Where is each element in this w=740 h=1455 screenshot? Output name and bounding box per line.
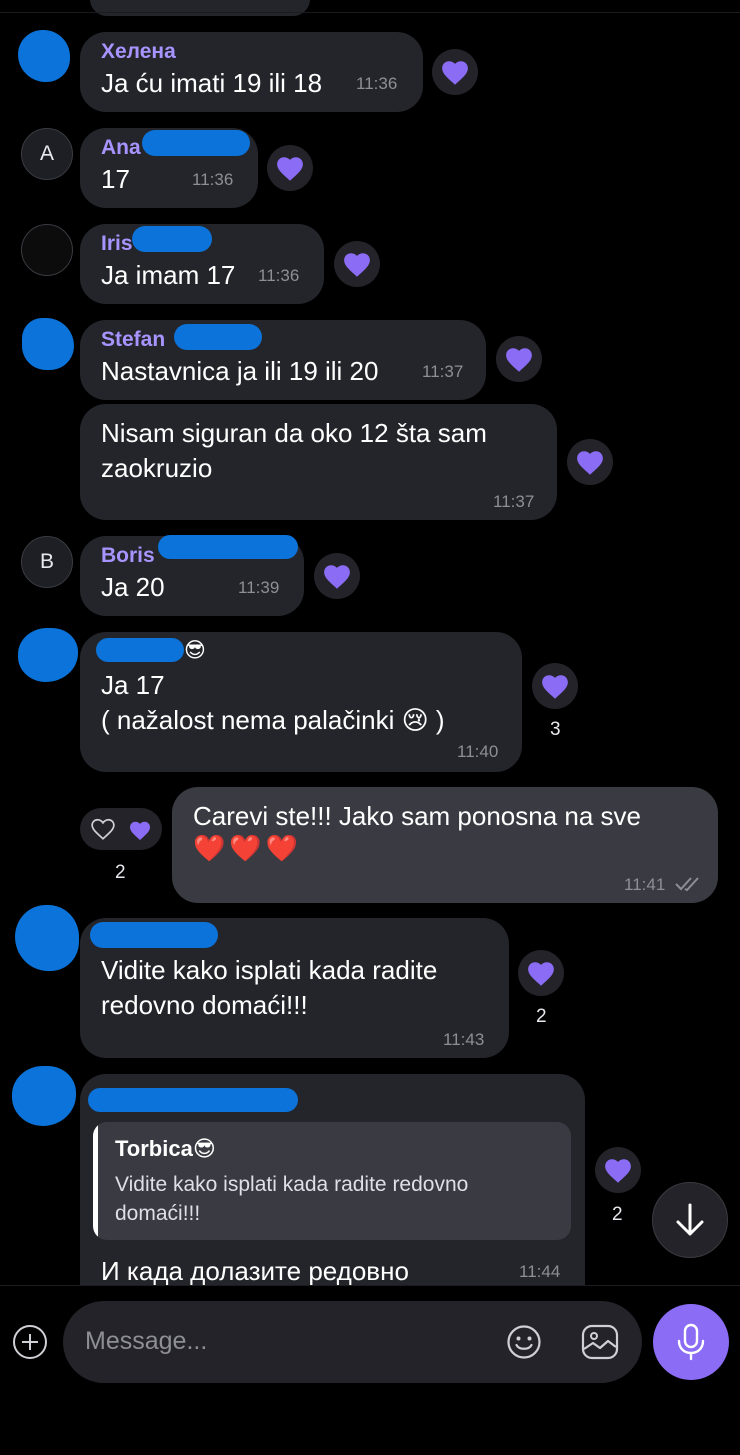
message-text: Nastavnica ja ili 19 ili 20	[101, 356, 379, 386]
own-message-bubble[interactable]: Carevi ste!!! Jako sam ponosna na sve ❤️…	[172, 787, 718, 903]
own-reaction-pill[interactable]	[80, 808, 162, 850]
message-time: 11:44	[519, 1262, 561, 1281]
avatar[interactable]	[12, 1066, 76, 1126]
message-time: 11:41	[624, 875, 666, 894]
message-time: 11:36	[258, 266, 300, 285]
avatar[interactable]: B	[21, 536, 73, 588]
reaction-heart[interactable]	[595, 1147, 641, 1193]
message-time: 11:36	[192, 170, 234, 189]
gallery-icon[interactable]	[580, 1323, 620, 1361]
reaction-heart[interactable]	[496, 336, 542, 382]
emoji-icon[interactable]	[505, 1323, 543, 1361]
reaction-count: 2	[536, 1006, 547, 1027]
message-text: Ja imam 17	[101, 260, 236, 290]
message-time: 11:37	[422, 362, 464, 381]
heart-icon	[324, 564, 350, 589]
heart-icon	[605, 1158, 631, 1183]
reaction-heart[interactable]	[267, 145, 313, 191]
heart-icon	[129, 821, 151, 841]
previous-message-edge	[90, 0, 310, 16]
redaction	[96, 638, 184, 662]
message-text: Ja ću imati 19 ili 18	[101, 68, 323, 98]
quote-sender: Torbica😎	[115, 1136, 216, 1161]
message-placeholder: Message...	[85, 1327, 208, 1355]
message-text: Vidite kako isplati kada radite redovno …	[101, 955, 438, 1020]
reaction-heart[interactable]	[432, 49, 478, 95]
sender-name: Хелена	[101, 40, 176, 63]
message-time: 11:40	[457, 742, 499, 761]
heart-icon	[528, 961, 554, 986]
redaction	[132, 226, 212, 252]
heart-icon	[442, 60, 468, 85]
message-time: 11:39	[238, 578, 280, 597]
heart-icon	[542, 674, 568, 699]
composer-bar: Message...	[0, 1285, 740, 1455]
reaction-count: 2	[612, 1204, 623, 1225]
avatar-letter: A	[39, 142, 54, 165]
reaction-count: 2	[115, 862, 126, 883]
message-bubble[interactable]: Stefan Nastavnica ja ili 19 ili 20 11:37	[80, 320, 486, 400]
redaction	[142, 130, 250, 156]
top-divider	[0, 12, 740, 13]
heart-icon	[577, 450, 603, 475]
plus-icon	[22, 1334, 38, 1350]
redaction	[158, 535, 298, 559]
message-text: Carevi ste!!! Jako sam ponosna na sve	[193, 801, 642, 831]
quote-text: Vidite kako isplati kada radite redovno …	[115, 1173, 469, 1225]
attach-button[interactable]	[13, 1325, 47, 1359]
message-bubble[interactable]: Torbica😎 Vidite kako isplati kada radite…	[80, 1074, 585, 1314]
heart-icon	[344, 252, 370, 277]
message-text: 17	[101, 164, 130, 194]
message-bubble[interactable]: Nisam siguran da oko 12 šta sam zaokruzi…	[80, 404, 557, 520]
message-text: Ja 20	[101, 572, 165, 602]
heart-icon	[506, 347, 532, 372]
message-bubble[interactable]: Хелена Ja ću imati 19 ili 18 11:36	[80, 32, 423, 112]
sender-name: Stefan	[101, 328, 166, 351]
message-text: Ja 17 ( nažalost nema palačinki 😢 )	[101, 670, 445, 735]
message-time: 11:37	[493, 492, 535, 511]
redaction	[90, 922, 218, 948]
heart-icon	[277, 156, 303, 181]
reaction-heart[interactable]	[518, 950, 564, 996]
double-check-icon	[675, 877, 699, 892]
reply-quote[interactable]: Torbica😎 Vidite kako isplati kada radite…	[93, 1122, 571, 1240]
redaction	[88, 1088, 298, 1112]
scroll-to-bottom-button[interactable]	[652, 1182, 728, 1258]
avatar[interactable]	[21, 224, 73, 276]
reaction-count: 3	[550, 719, 561, 740]
quote-bar	[93, 1122, 98, 1240]
message-text: И када долазите редовно	[101, 1256, 409, 1286]
heart-outline-icon	[91, 818, 115, 840]
sender-name: Iris	[101, 232, 133, 255]
avatar[interactable]: A	[21, 128, 73, 180]
avatar[interactable]	[22, 318, 74, 370]
reaction-heart[interactable]	[314, 553, 360, 599]
message-time: 11:36	[356, 74, 398, 93]
heart-emoji-line: ❤️❤️❤️	[193, 833, 303, 863]
sender-emoji: 😎	[184, 639, 206, 662]
message-text: Nisam siguran da oko 12 šta sam zaokruzi…	[101, 418, 487, 483]
avatar[interactable]	[18, 628, 78, 682]
avatar[interactable]	[18, 30, 70, 82]
sender-name: Ana	[101, 136, 141, 159]
reaction-heart[interactable]	[532, 663, 578, 709]
message-time: 11:43	[443, 1030, 485, 1049]
reaction-heart[interactable]	[567, 439, 613, 485]
mic-icon	[677, 1323, 705, 1361]
avatar-letter: B	[39, 550, 54, 573]
voice-record-button[interactable]	[653, 1304, 729, 1380]
message-input[interactable]: Message...	[63, 1301, 642, 1383]
arrow-down-icon	[676, 1203, 704, 1236]
sender-name: Boris	[101, 544, 155, 567]
avatar[interactable]	[15, 905, 79, 971]
redaction	[174, 324, 262, 350]
reaction-heart[interactable]	[334, 241, 380, 287]
